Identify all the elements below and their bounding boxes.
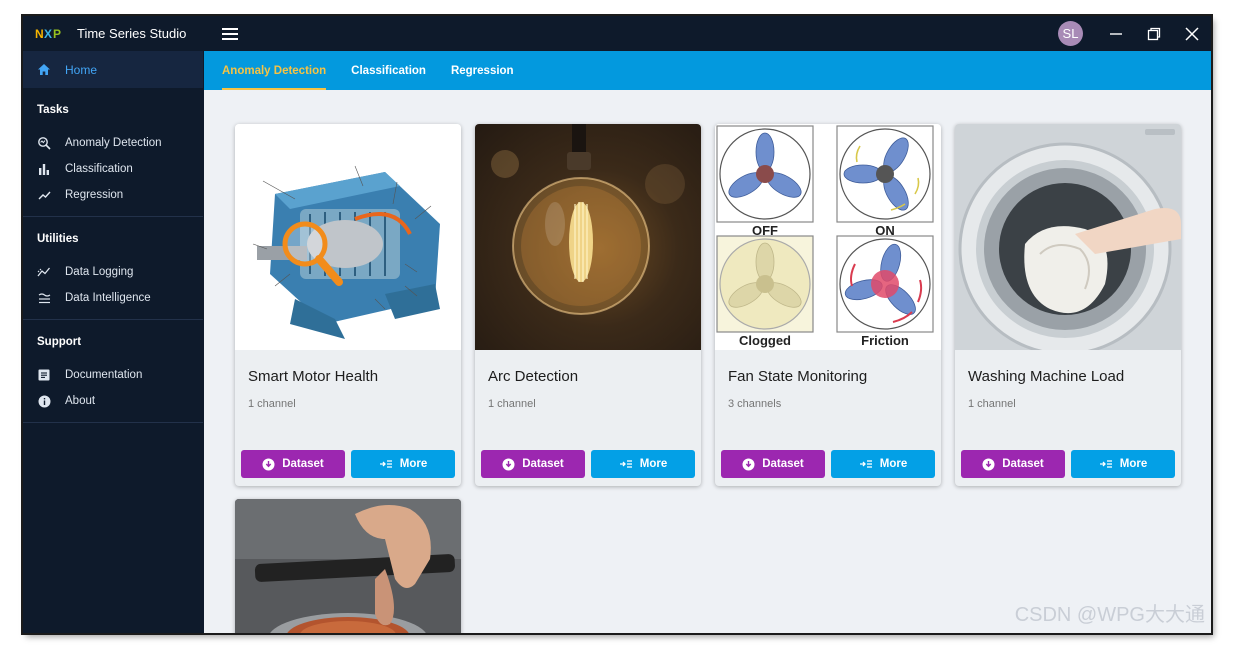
minimize-icon <box>1110 32 1122 35</box>
tab-bar: Anomaly Detection Classification Regress… <box>204 51 1211 90</box>
download-icon <box>502 458 515 471</box>
card-title: Fan State Monitoring <box>728 368 868 385</box>
card-channels: 1 channel <box>488 398 536 410</box>
fan-label-clogged: Clogged <box>739 333 791 348</box>
card-title: Arc Detection <box>488 368 579 385</box>
sidebar-item-about[interactable]: About <box>23 388 203 414</box>
anomaly-search-icon <box>37 136 51 150</box>
sidebar-item-regression[interactable]: Regression <box>23 182 203 208</box>
use-case-card-arc-detection[interactable]: Arc Detection 1 channel Dataset More <box>475 124 701 486</box>
restore-icon <box>1147 27 1161 40</box>
close-button[interactable] <box>1173 16 1211 51</box>
title-bar: N X P Time Series Studio SL <box>23 16 1211 51</box>
sidebar-item-label: Classification <box>65 163 133 175</box>
sidebar: Home Tasks Anomaly Detection Classificat… <box>23 51 203 633</box>
download-icon <box>262 458 275 471</box>
data-logging-icon <box>37 265 51 279</box>
card-title: Smart Motor Health <box>248 368 379 385</box>
user-avatar[interactable]: SL <box>1058 21 1083 46</box>
sidebar-item-label: Documentation <box>65 369 143 381</box>
app-window: N X P Time Series Studio SL Home Tasks A… <box>23 16 1211 633</box>
section-title: Support <box>37 336 82 348</box>
data-intelligence-icon <box>37 291 51 305</box>
sidebar-section-utilities: Utilities Data Logging Data Intelligence <box>23 217 203 320</box>
tab-anomaly-detection[interactable]: Anomaly Detection <box>222 51 327 90</box>
trend-line-icon <box>37 188 51 202</box>
sidebar-item-label: Home <box>65 62 98 77</box>
sidebar-item-data-logging[interactable]: Data Logging <box>23 259 203 285</box>
info-icon <box>37 394 51 408</box>
expand-list-icon <box>619 459 633 469</box>
section-title: Tasks <box>37 104 69 116</box>
sidebar-item-label: Anomaly Detection <box>65 137 162 149</box>
nxp-logo: N X P <box>35 26 62 41</box>
fan-states-image: OFF ON Clogged Friction <box>715 124 941 350</box>
dataset-button[interactable]: Dataset <box>961 450 1065 478</box>
download-icon <box>982 458 995 471</box>
motor-diagram-image <box>235 124 461 350</box>
card-channels: 3 channels <box>728 398 782 410</box>
use-case-card-fan-state-monitoring[interactable]: OFF ON Clogged Friction Fan State Monito… <box>715 124 941 486</box>
sidebar-item-label: Data Logging <box>65 266 134 278</box>
sidebar-item-documentation[interactable]: Documentation <box>23 362 203 388</box>
more-button[interactable]: More <box>591 450 695 478</box>
card-channels: 1 channel <box>968 398 1016 410</box>
use-case-card-smart-motor-health[interactable]: Smart Motor Health 1 channel Dataset Mor… <box>235 124 461 486</box>
sidebar-item-data-intelligence[interactable]: Data Intelligence <box>23 285 203 311</box>
washing-machine-image <box>955 124 1181 350</box>
download-icon <box>742 458 755 471</box>
sidebar-item-label: Data Intelligence <box>65 292 151 304</box>
sidebar-item-label: Regression <box>65 189 124 201</box>
close-icon <box>1185 26 1199 41</box>
document-icon <box>37 368 51 382</box>
main-content: Anomaly Detection Classification Regress… <box>204 51 1211 633</box>
restore-button[interactable] <box>1135 16 1173 51</box>
dataset-button[interactable]: Dataset <box>241 450 345 478</box>
card-channels: 1 channel <box>248 398 296 410</box>
tab-classification[interactable]: Classification <box>351 51 426 90</box>
sidebar-item-label: About <box>65 395 96 407</box>
more-button[interactable]: More <box>831 450 935 478</box>
tab-regression[interactable]: Regression <box>451 51 514 90</box>
sidebar-item-classification[interactable]: Classification <box>23 156 203 182</box>
expand-list-icon <box>1099 459 1113 469</box>
dataset-button[interactable]: Dataset <box>721 450 825 478</box>
bar-chart-icon <box>37 162 51 176</box>
sidebar-item-home[interactable]: Home <box>23 51 203 88</box>
expand-list-icon <box>859 459 873 469</box>
more-button[interactable]: More <box>1071 450 1175 478</box>
dataset-button[interactable]: Dataset <box>481 450 585 478</box>
minimize-button[interactable] <box>1097 16 1135 51</box>
more-button[interactable]: More <box>351 450 455 478</box>
expand-list-icon <box>379 459 393 469</box>
card-title: Washing Machine Load <box>968 368 1125 385</box>
sidebar-item-anomaly-detection[interactable]: Anomaly Detection <box>23 130 203 156</box>
app-title: Time Series Studio <box>77 26 187 41</box>
section-title: Utilities <box>37 233 79 245</box>
watermark: CSDN @WPG大大通 <box>1014 604 1205 626</box>
sidebar-section-tasks: Tasks Anomaly Detection Classification R… <box>23 88 203 217</box>
use-case-card-washing-machine-load[interactable]: Washing Machine Load 1 channel Dataset M… <box>955 124 1181 486</box>
use-case-card-wireless-charger[interactable] <box>235 499 461 633</box>
sidebar-section-support: Support Documentation About <box>23 320 203 423</box>
menu-icon[interactable] <box>222 27 239 40</box>
phone-wireless-charger-image <box>235 499 461 633</box>
light-bulb-image <box>475 124 701 350</box>
fan-label-friction: Friction <box>861 333 909 348</box>
home-icon <box>38 64 50 75</box>
